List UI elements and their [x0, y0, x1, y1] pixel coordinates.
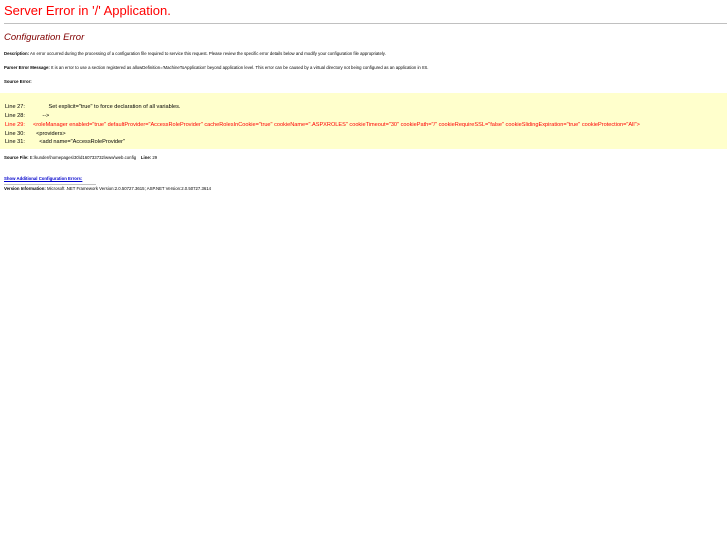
parser-error-line: Parser Error Message: It is an error to …: [4, 65, 428, 71]
source-code-box: Line 27: Set explicit="true" to force de…: [0, 93, 727, 149]
code-line-29-error: Line 29: <roleManager enabled="true" defa…: [5, 121, 640, 129]
code-text: <roleManager enabled="true" defaultProvi…: [33, 122, 640, 128]
code-line-27: Line 27: Set explicit="true" to force de…: [5, 103, 180, 111]
version-text: Microsoft .NET Framework Version:2.0.507…: [45, 186, 212, 191]
source-file-line: Source File: E:\kunden\homepages\30\d160…: [4, 155, 157, 161]
error-heading: Configuration Error: [4, 32, 85, 43]
source-error-line: Source Error:: [4, 79, 32, 85]
description-label: Description:: [4, 51, 30, 56]
line-number: Line 28:: [5, 113, 25, 119]
code-text: <providers>: [33, 131, 66, 137]
line-number: Line 31:: [5, 139, 25, 145]
parser-error-text: It is an error to use a section register…: [49, 65, 429, 70]
version-divider: [4, 184, 96, 185]
code-line-28: Line 28: -->: [5, 112, 49, 120]
line-number: Line 27:: [5, 104, 25, 110]
code-text: <add name="AccessRoleProvider": [33, 139, 125, 145]
code-text: Set explicit="true" to force declaration…: [33, 104, 181, 110]
code-line-30: Line 30: <providers>: [5, 130, 66, 138]
description-text: An error occurred during the processing …: [29, 51, 386, 56]
line-number-value: 29: [151, 155, 158, 160]
show-additional-errors-link[interactable]: Show Additional Configuration Errors:: [4, 176, 82, 182]
version-label: Version Information:: [4, 186, 46, 191]
description-line: Description: An error occurred during th…: [4, 51, 386, 57]
page-title: Server Error in '/' Application.: [4, 3, 171, 18]
line-number: Line 29:: [5, 122, 25, 128]
title-divider: [4, 23, 727, 24]
source-file-label: Source File:: [4, 155, 29, 160]
line-number: Line 30:: [5, 131, 25, 137]
source-file-path: E:\kunden\homepages\30\d160733732\www\we…: [28, 155, 137, 160]
version-info-line: Version Information: Microsoft .NET Fram…: [4, 186, 211, 192]
code-line-31: Line 31: <add name="AccessRoleProvider": [5, 138, 125, 146]
line-label: Line:: [140, 155, 152, 160]
parser-error-label: Parser Error Message:: [4, 65, 50, 70]
code-text: -->: [33, 113, 50, 119]
source-error-label: Source Error:: [4, 79, 32, 84]
